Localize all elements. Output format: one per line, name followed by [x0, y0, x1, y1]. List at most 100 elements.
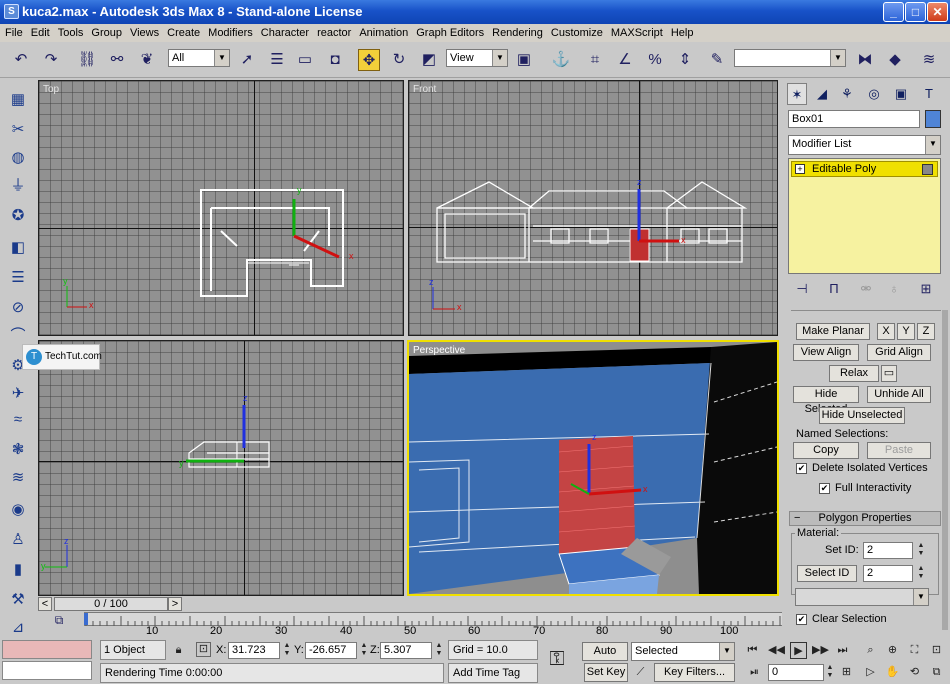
compounds-icon[interactable]: ◧ [6, 236, 30, 260]
polygon-properties-rollout[interactable]: − Polygon Properties [789, 511, 941, 526]
select-object-icon[interactable]: ➚ [236, 49, 258, 71]
display-tab-icon[interactable]: ▣ [891, 83, 911, 105]
planar-y-button[interactable]: Y [897, 323, 915, 340]
select-and-link-icon[interactable]: ⛓ [76, 49, 98, 71]
default-in-out-tangents-icon[interactable]: ⟋ [632, 664, 649, 681]
set-id-input[interactable]: 2 [863, 542, 913, 559]
y-coord-input[interactable]: -26.657 [305, 642, 357, 659]
add-time-tag-button[interactable]: Add Time Tag [448, 663, 538, 683]
menu-animation[interactable]: Animation [355, 24, 412, 42]
redo-icon[interactable]: ↷ [40, 49, 62, 71]
motion-tab-icon[interactable]: ◎ [864, 83, 884, 105]
menu-customize[interactable]: Customize [547, 24, 607, 42]
time-slider[interactable]: < 0 / 100 > [36, 596, 782, 612]
menu-edit[interactable]: Edit [27, 24, 54, 42]
modify-tab-icon[interactable]: ◢ [812, 83, 832, 105]
object-name-field[interactable]: Box01 [788, 110, 920, 128]
spinner-icon[interactable]: ▲ ▼ [915, 542, 927, 559]
stack-item-toggle-icon[interactable] [922, 164, 933, 175]
percent-snap-icon[interactable]: % [644, 49, 666, 71]
menu-help[interactable]: Help [667, 24, 698, 42]
zoom-all-icon[interactable]: ⊕ [884, 642, 901, 659]
x-coord-input[interactable]: 31.723 [228, 642, 280, 659]
snaps-toggle-icon[interactable]: ⌗ [584, 49, 606, 71]
timeline-track[interactable] [84, 612, 782, 626]
go-to-start-icon[interactable]: ⏮ [744, 642, 761, 659]
cylinder-icon[interactable]: ▮ [6, 558, 30, 582]
spinner-icon[interactable]: ▲ ▼ [433, 642, 445, 659]
hide-unselected-button[interactable]: Hide Unselected [819, 407, 905, 424]
menu-views[interactable]: Views [126, 24, 163, 42]
menu-maxscript[interactable]: MAXScript [607, 24, 667, 42]
waves-icon[interactable]: ≋ [6, 466, 30, 490]
undo-icon[interactable]: ↶ [10, 49, 32, 71]
next-frame-icon[interactable]: ▶▶ [812, 642, 829, 659]
zoom-icon[interactable]: ⌕ [862, 642, 879, 659]
spinner-icon[interactable]: ▲ ▼ [358, 642, 370, 659]
go-to-end-icon[interactable]: ⏭ [834, 642, 851, 659]
menu-modifiers[interactable]: Modifiers [204, 24, 257, 42]
modifier-list-dropdown[interactable]: Modifier List ▼ [788, 135, 941, 155]
show-end-result-icon[interactable]: Π [823, 278, 845, 300]
delete-isolated-checkbox[interactable]: ✔ [796, 463, 807, 474]
window-crossing-icon[interactable]: ◘ [324, 49, 346, 71]
hierarchy-tab-icon[interactable]: ⚘ [837, 83, 857, 105]
select-manipulate-icon[interactable]: ⚓ [550, 49, 572, 71]
key-filters-button[interactable]: Key Filters... [654, 663, 735, 682]
objects-tab-icon[interactable]: ▦ [6, 88, 30, 112]
menu-reactor[interactable]: reactor [313, 24, 355, 42]
spinner-snap-icon[interactable]: ⇕ [674, 49, 696, 71]
misc-icon[interactable]: ⊿ [6, 616, 30, 640]
key-mode-dropdown[interactable]: Selected ▼ [631, 642, 735, 661]
z-coord-input[interactable]: 5.307 [380, 642, 432, 659]
reference-coordinate-dropdown[interactable]: View ▼ [446, 49, 508, 67]
mirror-icon[interactable]: ⧓ [854, 49, 876, 71]
maximize-button[interactable]: □ [905, 2, 926, 22]
edit-named-selections-icon[interactable]: ✎ [706, 49, 728, 71]
arc-rotate-icon[interactable]: ⟲ [906, 664, 923, 681]
time-configuration-icon[interactable]: ⊞ [838, 664, 855, 681]
key-mode-toggle-icon[interactable]: ⏯ [746, 664, 763, 681]
menu-file[interactable]: File [0, 24, 27, 42]
close-button[interactable]: ✕ [927, 2, 948, 22]
viewport-top[interactable]: Top x y x y [38, 80, 404, 336]
auto-key-button[interactable]: Auto Key [582, 642, 628, 674]
spinner-icon[interactable]: ▲ ▼ [281, 642, 293, 659]
expand-icon[interactable]: + [795, 164, 805, 174]
stack-item-editable-poly[interactable]: + Editable Poly [791, 161, 938, 177]
zoom-extents-all-icon[interactable]: ⊡ [928, 642, 945, 659]
planar-x-button[interactable]: X [877, 323, 895, 340]
angle-snap-icon[interactable]: ∠ [614, 49, 636, 71]
reactor-icon[interactable]: ◉ [6, 498, 30, 522]
select-and-scale-icon[interactable]: ◩ [418, 49, 440, 71]
selection-filter-dropdown[interactable]: All ▼ [168, 49, 230, 67]
sphere-icon[interactable]: ◍ [6, 146, 30, 170]
copy-button[interactable]: Copy [793, 442, 859, 459]
configure-modifier-sets-icon[interactable]: ⊞ [915, 278, 937, 300]
unlink-icon[interactable]: ⚯ [106, 49, 128, 71]
track-view-icon[interactable]: ⧉ [48, 612, 70, 628]
unhide-all-button[interactable]: Unhide All [867, 386, 931, 403]
prev-frame-button[interactable]: < [38, 597, 52, 611]
utilities-tab-icon[interactable]: T [919, 83, 939, 105]
layer-manager-icon[interactable]: ≋ [918, 49, 940, 71]
time-slider-thumb[interactable]: 0 / 100 [54, 597, 168, 611]
current-frame-input[interactable]: 0 [768, 664, 824, 681]
lights-icon[interactable]: ⏚ [6, 174, 30, 198]
panel-scrollbar[interactable] [942, 310, 948, 630]
select-and-rotate-icon[interactable]: ↻ [388, 49, 410, 71]
set-key-button[interactable]: Set Key [584, 663, 628, 682]
select-id-button[interactable]: Select ID [797, 565, 857, 582]
menu-character[interactable]: Character [257, 24, 313, 42]
maximize-viewport-icon[interactable]: ⧉ [928, 664, 945, 681]
tools-icon[interactable]: ⚒ [6, 588, 30, 612]
menu-graph-editors[interactable]: Graph Editors [412, 24, 488, 42]
select-and-move-icon[interactable]: ✥ [358, 49, 380, 71]
clear-selection-checkbox[interactable]: ✔ [796, 614, 807, 625]
key-icon[interactable]: ⚿ [546, 648, 568, 670]
next-frame-button[interactable]: > [168, 597, 182, 611]
full-interactivity-checkbox[interactable]: ✔ [819, 483, 830, 494]
viewport-perspective[interactable]: Perspective z x [407, 340, 779, 596]
relax-button[interactable]: Relax [829, 365, 879, 382]
maxscript-listener-white[interactable] [2, 661, 92, 680]
